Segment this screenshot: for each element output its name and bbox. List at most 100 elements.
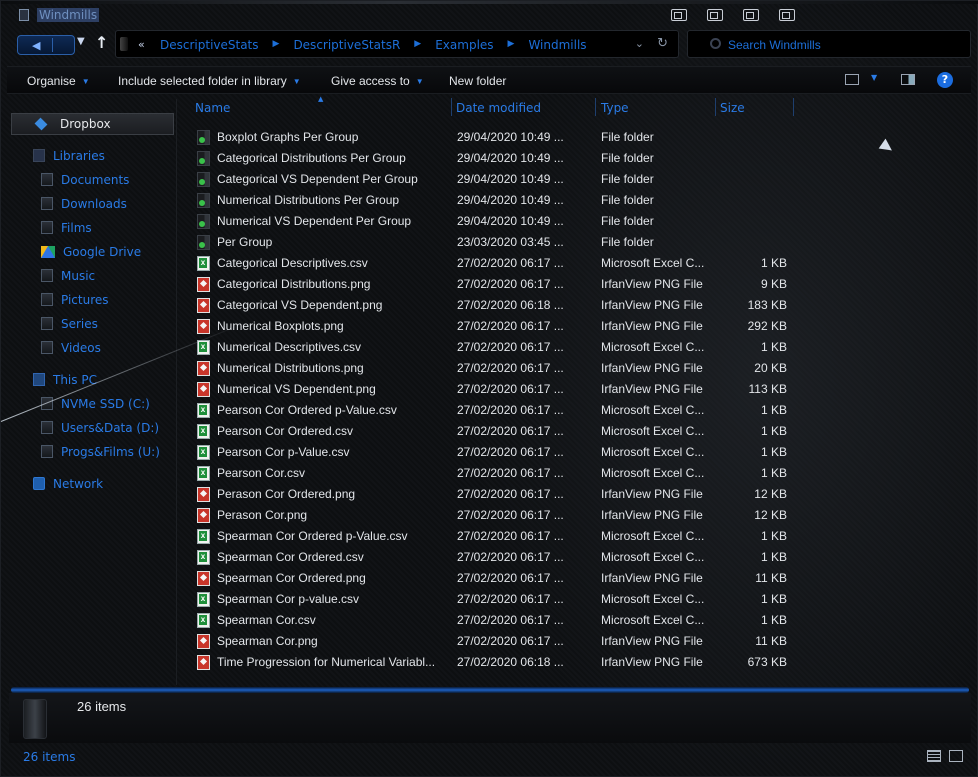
back-arrow-icon[interactable]: ◀ [32, 39, 40, 52]
sidebar-item-music[interactable]: Music [41, 269, 95, 283]
file-row[interactable]: Categorical VS Dependent.png 27/02/2020 0… [191, 295, 791, 316]
file-row[interactable]: Categorical Distributions Per Group 29/04… [191, 148, 791, 169]
large-icons-view-icon[interactable] [949, 750, 963, 762]
breadcrumb-overflow-icon[interactable]: « [138, 38, 145, 51]
file-row[interactable]: Per Group 23/03/2020 03:45 ... File folder [191, 232, 791, 253]
png-image-icon [197, 277, 210, 292]
preview-pane-icon[interactable] [901, 74, 915, 85]
file-row[interactable]: Categorical Descriptives.csv 27/02/2020 0… [191, 253, 791, 274]
file-row[interactable]: Numerical VS Dependent Per Group 29/04/20… [191, 211, 791, 232]
search-box[interactable] [687, 30, 971, 58]
breadcrumb-item[interactable]: Windmills [528, 38, 586, 52]
sidebar-item-films[interactable]: Films [41, 221, 92, 235]
breadcrumb-item[interactable]: DescriptiveStats [160, 38, 259, 52]
file-row[interactable]: Spearman Cor Ordered p-Value.csv 27/02/20… [191, 526, 791, 547]
file-date-modified: 29/04/2020 10:49 ... [457, 214, 564, 228]
file-size: 20 KB [754, 361, 787, 375]
sidebar-item-network[interactable]: Network [33, 477, 103, 491]
address-bar[interactable]: « DescriptiveStats ▶ DescriptiveStatsR ▶… [115, 30, 679, 58]
help-icon[interactable]: ? [937, 72, 953, 88]
chevron-down-icon: ▼ [415, 77, 424, 86]
include-in-library-button[interactable]: Include selected folder in library ▼ [118, 74, 301, 88]
file-row[interactable]: Pearson Cor Ordered.csv 27/02/2020 06:17 … [191, 421, 791, 442]
column-header-name[interactable]: Name [195, 101, 230, 115]
sidebar-item-videos[interactable]: Videos [41, 341, 101, 355]
sidebar-item-drive-d[interactable]: Users&Data (D:) [41, 421, 159, 435]
view-options-chevron-icon[interactable]: ▼ [871, 73, 877, 82]
breadcrumb-arrow-icon[interactable]: ▶ [508, 39, 515, 53]
file-date-modified: 27/02/2020 06:17 ... [457, 277, 564, 291]
file-type: Microsoft Excel C... [601, 613, 705, 627]
column-header-type[interactable]: Type [601, 101, 629, 115]
file-row[interactable]: Numerical Distributions.png 27/02/2020 06… [191, 358, 791, 379]
sidebar-item-libraries[interactable]: Libraries [33, 149, 105, 163]
file-size: 12 KB [754, 487, 787, 501]
file-row[interactable]: Numerical Descriptives.csv 27/02/2020 06:… [191, 337, 791, 358]
column-divider[interactable] [595, 98, 596, 116]
sidebar-item-pictures[interactable]: Pictures [41, 293, 109, 307]
file-row[interactable]: Pearson Cor.csv 27/02/2020 06:17 ... Micro… [191, 463, 791, 484]
minimize-button[interactable] [671, 9, 687, 21]
column-header-date[interactable]: Date modified [456, 101, 541, 115]
folder-thumbnail-icon [23, 699, 47, 739]
give-access-button[interactable]: Give access to ▼ [331, 74, 424, 88]
new-folder-button[interactable]: New folder [449, 74, 506, 88]
column-divider[interactable] [793, 98, 794, 116]
file-row[interactable]: Numerical Distributions Per Group 29/04/2… [191, 190, 791, 211]
sidebar-item-downloads[interactable]: Downloads [41, 197, 127, 211]
file-row[interactable]: Perason Cor Ordered.png 27/02/2020 06:17 … [191, 484, 791, 505]
breadcrumb: DescriptiveStats ▶ DescriptiveStatsR ▶ E… [160, 38, 587, 52]
file-row[interactable]: Categorical Distributions.png 27/02/2020 … [191, 274, 791, 295]
file-size: 1 KB [760, 403, 787, 417]
file-row[interactable]: Spearman Cor.csv 27/02/2020 06:17 ... Micr… [191, 610, 791, 631]
file-row[interactable]: Boxplot Graphs Per Group 29/04/2020 10:49… [191, 127, 791, 148]
up-arrow-icon[interactable]: ↑ [95, 33, 108, 52]
file-row[interactable]: Numerical VS Dependent.png 27/02/2020 06:… [191, 379, 791, 400]
organise-button[interactable]: Organise ▼ [27, 74, 90, 88]
file-row[interactable]: Spearman Cor p-value.csv 27/02/2020 06:17… [191, 589, 791, 610]
details-view-icon[interactable] [927, 750, 941, 762]
file-size: 1 KB [760, 466, 787, 480]
sidebar-item-documents[interactable]: Documents [41, 173, 129, 187]
file-row[interactable]: Pearson Cor p-Value.csv 27/02/2020 06:17 … [191, 442, 791, 463]
file-name: Numerical VS Dependent.png [217, 382, 376, 396]
back-forward-buttons[interactable]: ◀ [17, 35, 75, 55]
address-dropdown-icon[interactable]: ⌄ [635, 37, 644, 50]
sidebar-item-drive-u[interactable]: Progs&Films (U:) [41, 445, 160, 459]
column-divider[interactable] [715, 98, 716, 116]
column-divider[interactable] [451, 98, 452, 116]
column-header-size[interactable]: Size [720, 101, 745, 115]
refresh-icon[interactable]: ↻ [657, 36, 668, 51]
file-name: Pearson Cor Ordered p-Value.csv [217, 403, 397, 417]
downloads-icon [41, 197, 53, 210]
breadcrumb-item[interactable]: Examples [435, 38, 493, 52]
file-type: IrfanView PNG File [601, 571, 703, 585]
file-row[interactable]: Numerical Boxplots.png 27/02/2020 06:17 .… [191, 316, 791, 337]
file-row[interactable]: Spearman Cor Ordered.csv 27/02/2020 06:17… [191, 547, 791, 568]
change-view-icon[interactable] [845, 74, 859, 85]
file-row[interactable]: Categorical VS Dependent Per Group 29/04/… [191, 169, 791, 190]
file-size: 1 KB [760, 256, 787, 270]
file-row[interactable]: Time Progression for Numerical Variabl..… [191, 652, 791, 673]
file-row[interactable]: Spearman Cor Ordered.png 27/02/2020 06:17… [191, 568, 791, 589]
sidebar-item-label: Google Drive [63, 245, 142, 259]
file-type: Microsoft Excel C... [601, 592, 705, 606]
search-input[interactable] [728, 36, 958, 54]
sidebar-item-series[interactable]: Series [41, 317, 98, 331]
file-name: Pearson Cor Ordered.csv [217, 424, 354, 438]
sidebar-item-dropbox[interactable]: Dropbox [11, 113, 174, 135]
file-row[interactable]: Perason Cor.png 27/02/2020 06:17 ... Irfan… [191, 505, 791, 526]
breadcrumb-item[interactable]: DescriptiveStatsR [293, 38, 400, 52]
close-button[interactable] [779, 9, 795, 21]
sidebar-item-google-drive[interactable]: Google Drive [41, 245, 141, 259]
breadcrumb-arrow-icon[interactable]: ▶ [273, 39, 280, 53]
maximize-button[interactable] [743, 9, 759, 21]
file-type: File folder [601, 130, 654, 144]
file-type: IrfanView PNG File [601, 319, 703, 333]
breadcrumb-arrow-icon[interactable]: ▶ [414, 39, 421, 53]
restore-button[interactable] [707, 9, 723, 21]
recent-locations-chevron-icon[interactable]: ▼ [77, 36, 85, 47]
file-type: IrfanView PNG File [601, 634, 703, 648]
file-row[interactable]: Spearman Cor.png 27/02/2020 06:17 ... Irfa… [191, 631, 791, 652]
file-row[interactable]: Pearson Cor Ordered p-Value.csv 27/02/202… [191, 400, 791, 421]
